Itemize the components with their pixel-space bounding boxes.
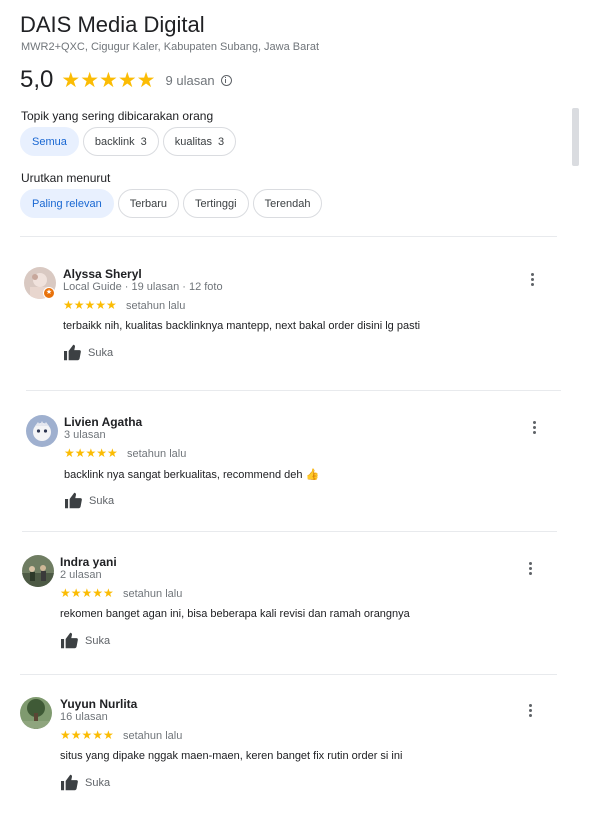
chip-label: Semua — [32, 135, 67, 148]
like-label: Suka — [89, 494, 115, 507]
sort-chips: Paling relevan Terbaru Tertinggi Terenda… — [20, 189, 323, 218]
reviewer-meta: Local Guide · 19 ulasan · 12 foto — [63, 281, 223, 293]
review-time: setahun lalu — [123, 730, 183, 742]
reviewer-meta: 16 ulasan — [60, 711, 108, 723]
thumbs-up-icon — [65, 492, 82, 509]
chip-label: Terendah — [264, 197, 311, 210]
sort-chip-lowest[interactable]: Terendah — [252, 189, 323, 218]
review-text: rekomen banget agan ini, bisa beberapa k… — [60, 608, 410, 620]
review-stars: ★★★★★ — [64, 446, 118, 460]
avatar[interactable] — [22, 555, 54, 587]
review-stars: ★★★★★ — [60, 586, 114, 600]
thumbs-up-icon — [61, 632, 78, 649]
topic-chip-kualitas[interactable]: kualitas 3 — [162, 127, 237, 156]
review-stars: ★★★★★ — [63, 298, 117, 312]
review-time: setahun lalu — [127, 448, 187, 460]
divider — [20, 674, 557, 675]
like-label: Suka — [85, 776, 111, 789]
chip-count: 3 — [218, 135, 225, 148]
more-options-icon[interactable] — [526, 561, 536, 577]
topic-chip-semua[interactable]: Semua — [20, 127, 79, 156]
chip-label: kualitas — [174, 135, 213, 148]
reviewer-name[interactable]: Yuyun Nurlita — [60, 697, 137, 711]
reviewer-name[interactable]: Indra yani — [60, 555, 117, 569]
reviewer-meta: 2 ulasan — [60, 569, 102, 581]
reviewer-name[interactable]: Livien Agatha — [64, 415, 142, 429]
scrollbar-thumb[interactable] — [572, 108, 579, 166]
local-guide-badge-icon: ★ — [43, 287, 55, 299]
review-text: situs yang dipake nggak maen-maen, keren… — [60, 750, 403, 762]
like-button[interactable]: Suka — [60, 632, 110, 649]
topic-chip-backlink[interactable]: backlink 3 — [82, 127, 159, 156]
like-label: Suka — [88, 346, 114, 359]
sort-chip-newest[interactable]: Terbaru — [117, 189, 180, 218]
rating-stars: ★★★★★ — [61, 68, 156, 92]
sort-chip-relevant[interactable]: Paling relevan — [20, 189, 114, 218]
review-time: setahun lalu — [123, 588, 183, 600]
chip-label: Paling relevan — [32, 197, 102, 210]
sort-chip-highest[interactable]: Tertinggi — [183, 189, 249, 218]
divider — [20, 236, 557, 237]
review-text: backlink nya sangat berkualitas, recomme… — [64, 469, 320, 481]
reviewer-meta: 3 ulasan — [64, 429, 106, 441]
info-icon[interactable] — [220, 74, 232, 86]
chip-label: Terbaru — [129, 197, 168, 210]
rating-value: 5,0 — [20, 66, 54, 93]
avatar[interactable] — [26, 415, 58, 447]
divider — [22, 531, 557, 532]
place-title: DAIS Media Digital — [20, 12, 205, 37]
like-button[interactable]: Suka — [64, 492, 114, 509]
chip-label: backlink — [94, 135, 135, 148]
more-options-icon[interactable] — [530, 420, 540, 436]
more-options-icon[interactable] — [526, 703, 536, 719]
review-text: terbaikk nih, kualitas backlinknya mante… — [63, 320, 421, 332]
review-count[interactable]: 9 ulasan — [166, 73, 215, 88]
more-options-icon[interactable] — [528, 272, 538, 288]
divider — [26, 390, 561, 391]
like-button[interactable]: Suka — [60, 774, 110, 791]
like-label: Suka — [85, 634, 111, 647]
review-time: setahun lalu — [126, 300, 186, 312]
place-address: MWR2+QXC, Cigugur Kaler, Kabupaten Suban… — [21, 41, 320, 53]
sort-label: Urutkan menurut — [21, 171, 111, 185]
topics-label: Topik yang sering dibicarakan orang — [21, 109, 214, 123]
topic-chips: Semua backlink 3 kualitas 3 — [20, 127, 237, 156]
chip-label: Tertinggi — [195, 197, 237, 210]
thumbs-up-icon — [61, 774, 78, 791]
review-stars: ★★★★★ — [60, 728, 114, 742]
like-button[interactable]: Suka — [63, 344, 113, 361]
reviewer-name[interactable]: Alyssa Sheryl — [63, 267, 142, 281]
avatar[interactable] — [20, 697, 52, 729]
thumbs-up-icon — [64, 344, 81, 361]
chip-count: 3 — [140, 135, 147, 148]
rating-summary: 5,0 ★★★★★ 9 ulasan — [20, 64, 232, 96]
